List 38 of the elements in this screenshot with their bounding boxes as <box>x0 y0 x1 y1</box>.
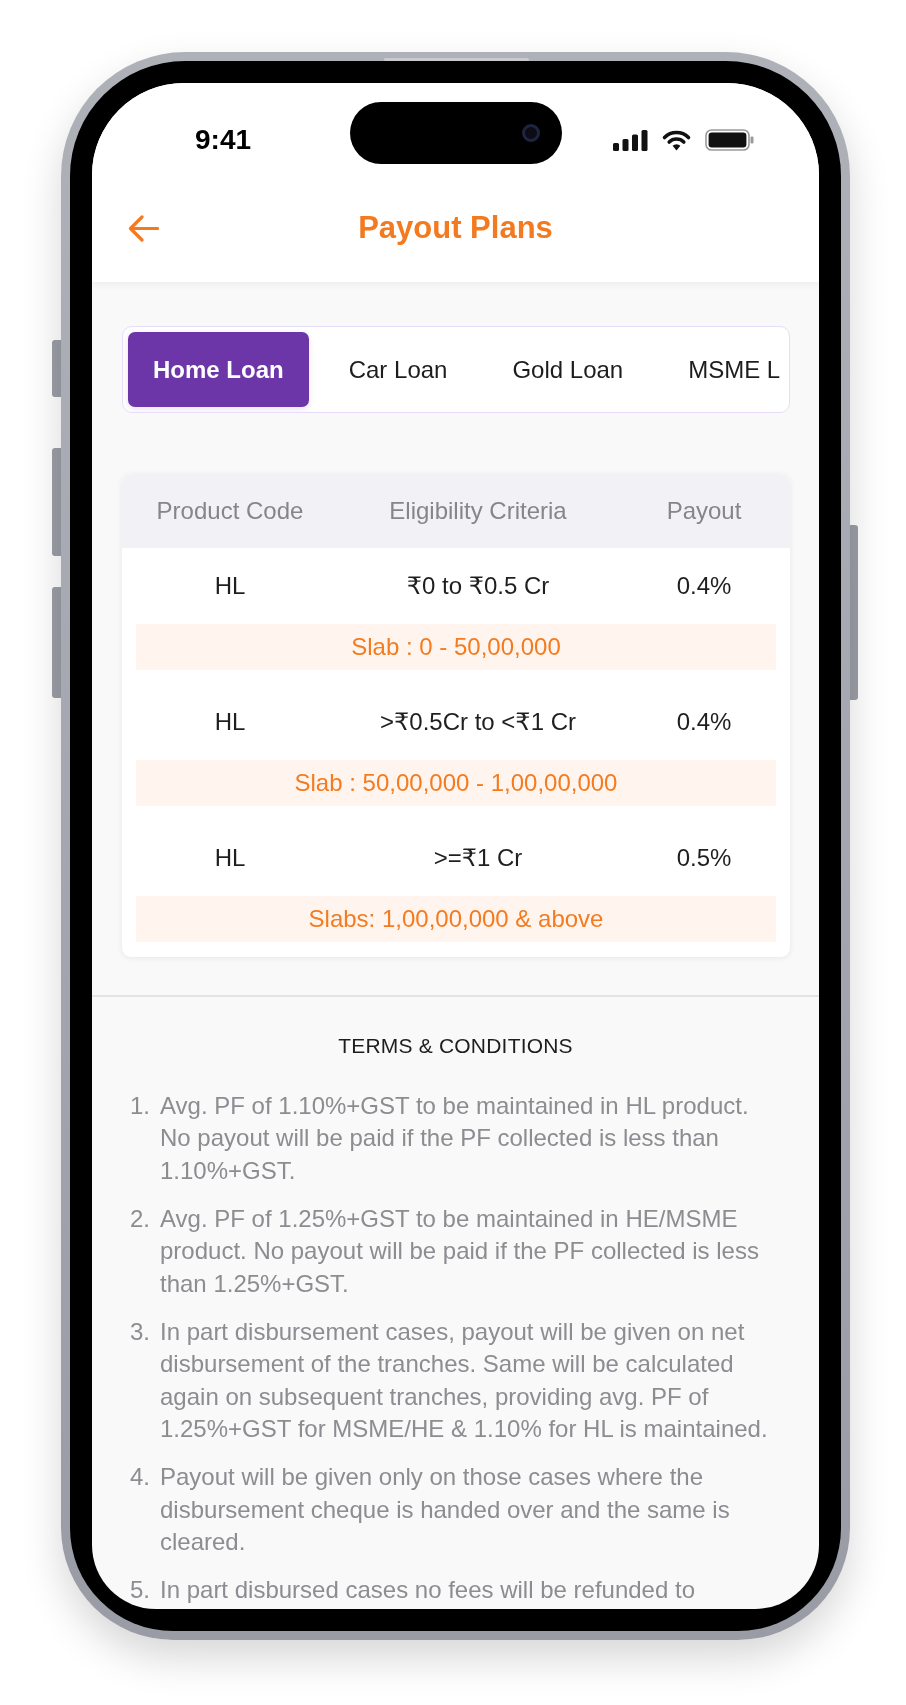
lens-icon <box>521 124 540 142</box>
slab-label: Slab : 0 - 50,00,000 <box>136 624 776 670</box>
column-header: Eligibility Criteria <box>389 497 567 524</box>
tab[interactable]: MSME L <box>663 332 781 407</box>
table-cell: 0.4% <box>676 572 732 599</box>
term-text: In part disbursed cases no fees will be refunded to <box>160 1575 696 1605</box>
table-cell: HL <box>214 572 246 599</box>
left-arrow-icon[interactable] <box>128 214 159 242</box>
table-cell: >=₹1 Cr <box>433 844 523 871</box>
table-cell: >₹0.5Cr to <₹1 Cr <box>380 708 576 735</box>
signal-icon <box>613 129 648 151</box>
list-number: 4. <box>130 1462 150 1492</box>
list-number: 5. <box>130 1575 150 1605</box>
slab-label: Slabs: 1,00,00,000 & above <box>136 896 776 942</box>
page-title: Payout Plans <box>358 209 553 247</box>
term-text: In part disbursement cases, payout will be given on net disbursement of the tranches. Same will be calculated again on subsequent tranches, providing avg. PF of 1.25%+GST for MSME/HE & 1.10% for HL is maintained. <box>160 1316 769 1444</box>
column-header: Payout <box>666 497 742 524</box>
column-header: Product Code <box>156 497 304 524</box>
section-title: TERMS & CONDITIONS <box>338 1032 573 1059</box>
table-cell: HL <box>214 708 246 735</box>
tab[interactable]: Car Loan <box>323 332 473 407</box>
list-number: 1. <box>130 1090 150 1121</box>
wifi-icon <box>661 129 692 151</box>
tab[interactable]: Home Loan <box>128 332 309 407</box>
status-time: 9:41 <box>195 126 252 154</box>
list-number: 3. <box>130 1316 150 1347</box>
slab-label: Slab : 50,00,000 - 1,00,00,000 <box>136 760 776 806</box>
side-key <box>52 340 61 397</box>
table-cell: ₹0 to ₹0.5 Cr <box>406 572 550 599</box>
tab[interactable]: Gold Loan <box>487 332 649 407</box>
term-text: Avg. PF of 1.10%+GST to be maintained in HL product. No payout will be paid if the PF collected is less than 1.10%+GST. <box>160 1090 750 1186</box>
list-number: 2. <box>130 1203 150 1234</box>
term-text: Avg. PF of 1.25%+GST to be maintained in HE/MSME product. No payout will be paid if the PF collected is less than 1.25%+GST. <box>160 1203 760 1299</box>
table-cell: 0.4% <box>676 708 732 735</box>
table-cell: 0.5% <box>676 844 732 871</box>
table-cell: HL <box>214 844 246 871</box>
term-text: Payout will be given only on those cases where the disbursement cheque is handed over and the same is cleared. <box>160 1462 731 1557</box>
battery-icon <box>705 129 754 151</box>
